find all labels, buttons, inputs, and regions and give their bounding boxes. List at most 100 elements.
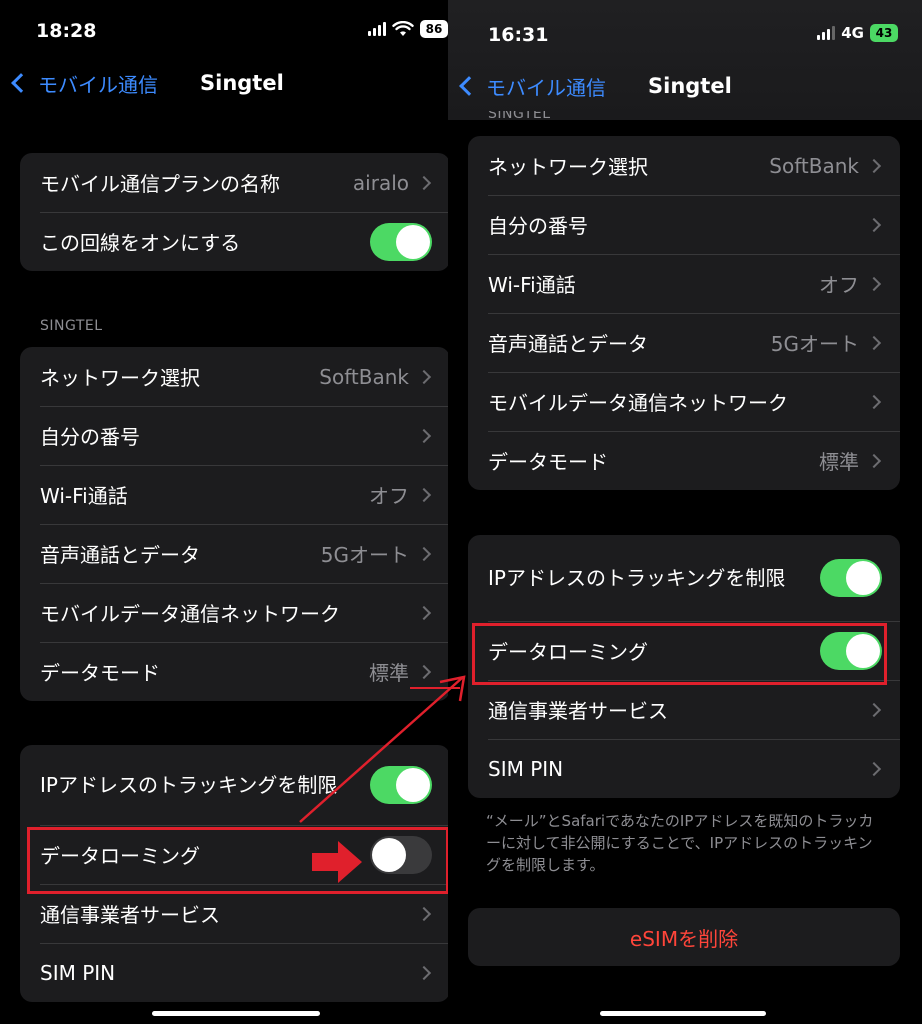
row-value: 5Gオート: [320, 543, 409, 567]
ip-tracking-toggle[interactable]: [820, 559, 882, 597]
row-label: Wi-Fi通話: [40, 484, 128, 508]
row-label: モバイルデータ通信ネットワーク: [40, 602, 340, 626]
ip-tracking-toggle[interactable]: [370, 766, 432, 804]
network-row[interactable]: モバイルデータ通信ネットワーク: [20, 583, 450, 642]
home-indicator: [600, 1011, 766, 1016]
row-value: 標準: [819, 450, 859, 474]
back-label: モバイル通信: [486, 75, 606, 100]
red-arrow-icon: [312, 841, 362, 883]
nav-bar: モバイル通信 Singtel: [448, 61, 922, 111]
back-button[interactable]: モバイル通信: [10, 69, 158, 98]
chevron-right-icon: [416, 175, 432, 190]
ip-tracking-row: IPアドレスのトラッキングを制限: [20, 745, 450, 825]
delete-esim-button[interactable]: eSIMを削除: [468, 908, 900, 966]
left-screen: 18:28 86 モバイル通信 Singtel モバイル通信プランの名称 air…: [0, 0, 452, 1024]
row-label: データモード: [488, 450, 608, 474]
network-row[interactable]: ネットワーク選択 SoftBank: [20, 347, 450, 406]
footer-note: “メール”とSafariであなたのIPアドレスを既知のトラッカーに対して非公開に…: [486, 812, 874, 874]
chevron-right-icon: [416, 906, 432, 921]
plan-group: モバイル通信プランの名称 airalo この回線をオンにする: [20, 153, 450, 271]
row-label: 自分の番号: [488, 214, 588, 238]
chevron-right-icon: [866, 761, 882, 776]
back-chevron-icon: [11, 73, 31, 93]
status-bar: 16:31 4G 43: [448, 4, 922, 64]
row-value: 5Gオート: [770, 332, 859, 356]
page-title: Singtel: [200, 71, 284, 95]
network-group: ネットワーク選択 SoftBank 自分の番号 Wi-Fi通話 オフ音声通話とデータ 5G…: [468, 136, 900, 490]
plan-name-row[interactable]: モバイル通信プランの名称 airalo: [20, 153, 450, 212]
wifi-icon: [392, 21, 414, 36]
row-label: 音声通話とデータ: [488, 332, 648, 356]
back-chevron-icon: [459, 76, 479, 96]
battery-icon: 43: [870, 24, 898, 42]
status-bar: 18:28 86: [0, 0, 452, 60]
carrier-services-label: 通信事業者サービス: [488, 699, 668, 723]
nav-bar: モバイル通信 Singtel: [0, 58, 452, 108]
network-type: 4G: [841, 24, 864, 42]
sim-pin-label: SIM PIN: [488, 756, 564, 781]
chevron-right-icon: [866, 276, 882, 291]
data-roaming-row: データローミング: [20, 825, 450, 884]
sim-pin-label: SIM PIN: [40, 960, 116, 985]
line-on-label: この回線をオンにする: [40, 231, 241, 255]
carrier-services-label: 通信事業者サービス: [40, 903, 220, 927]
network-group: ネットワーク選択 SoftBank 自分の番号 Wi-Fi通話 オフ音声通話とデータ 5G…: [20, 347, 450, 701]
status-time: 18:28: [36, 20, 97, 42]
network-row[interactable]: データモード 標準: [468, 431, 900, 490]
plan-name-value: airalo: [352, 170, 409, 195]
carrier-services-row[interactable]: 通信事業者サービス: [468, 680, 900, 739]
network-row[interactable]: 自分の番号: [468, 195, 900, 254]
right-screen: 16:31 4G 43 モバイル通信 Singtel SINGTEL ネットワー…: [448, 0, 922, 1024]
row-label: データモード: [40, 661, 160, 685]
section-header: SINGTEL: [40, 318, 103, 334]
signal-bars-icon: [368, 22, 386, 36]
status-icons: 86: [368, 20, 448, 38]
row-label: Wi-Fi通話: [488, 273, 576, 297]
status-time: 16:31: [488, 24, 549, 46]
sim-pin-row[interactable]: SIM PIN: [468, 739, 900, 798]
chevron-right-icon: [416, 605, 432, 620]
chevron-right-icon: [866, 217, 882, 232]
chevron-right-icon: [416, 428, 432, 443]
row-label: モバイルデータ通信ネットワーク: [488, 391, 788, 415]
signal-bars-icon: [817, 26, 836, 40]
row-value: オフ: [369, 484, 409, 508]
row-value: オフ: [819, 273, 859, 297]
plan-name-label: モバイル通信プランの名称: [40, 172, 280, 196]
row-value: SoftBank: [319, 364, 409, 389]
row-value: 標準: [369, 661, 409, 685]
chevron-right-icon: [416, 487, 432, 502]
sim-pin-row[interactable]: SIM PIN: [20, 943, 450, 1002]
page-title: Singtel: [648, 74, 732, 98]
chevron-right-icon: [866, 394, 882, 409]
back-label: モバイル通信: [38, 72, 158, 97]
row-label: 音声通話とデータ: [40, 543, 200, 567]
network-row[interactable]: Wi-Fi通話 オフ: [20, 465, 450, 524]
network-row[interactable]: 自分の番号: [20, 406, 450, 465]
data-roaming-row: データローミング: [468, 621, 900, 680]
back-button[interactable]: モバイル通信: [458, 72, 606, 101]
home-indicator: [152, 1011, 320, 1016]
network-row[interactable]: 音声通話とデータ 5Gオート: [20, 524, 450, 583]
network-row[interactable]: Wi-Fi通話 オフ: [468, 254, 900, 313]
network-row[interactable]: モバイルデータ通信ネットワーク: [468, 372, 900, 431]
battery-icon: 86: [420, 20, 448, 38]
network-row[interactable]: ネットワーク選択 SoftBank: [468, 136, 900, 195]
bottom-group: IPアドレスのトラッキングを制限 データローミング 通信事業者サービス SIM …: [20, 745, 450, 1002]
chevron-right-icon: [866, 453, 882, 468]
network-row[interactable]: データモード 標準: [20, 642, 450, 701]
row-value: SoftBank: [769, 153, 859, 178]
line-on-row: この回線をオンにする: [20, 212, 450, 271]
network-row[interactable]: 音声通話とデータ 5Gオート: [468, 313, 900, 372]
data-roaming-toggle[interactable]: [370, 835, 432, 874]
ip-tracking-row: IPアドレスのトラッキングを制限: [468, 535, 900, 621]
bottom-group: IPアドレスのトラッキングを制限 データローミング 通信事業者サービス SIM …: [468, 535, 900, 798]
row-label: 自分の番号: [40, 425, 140, 449]
chevron-right-icon: [866, 702, 882, 717]
data-roaming-label: データローミング: [488, 640, 648, 664]
carrier-services-row[interactable]: 通信事業者サービス: [20, 884, 450, 943]
chevron-right-icon: [416, 369, 432, 384]
line-on-toggle[interactable]: [370, 222, 432, 261]
data-roaming-toggle[interactable]: [820, 631, 882, 670]
row-label: ネットワーク選択: [40, 366, 200, 390]
